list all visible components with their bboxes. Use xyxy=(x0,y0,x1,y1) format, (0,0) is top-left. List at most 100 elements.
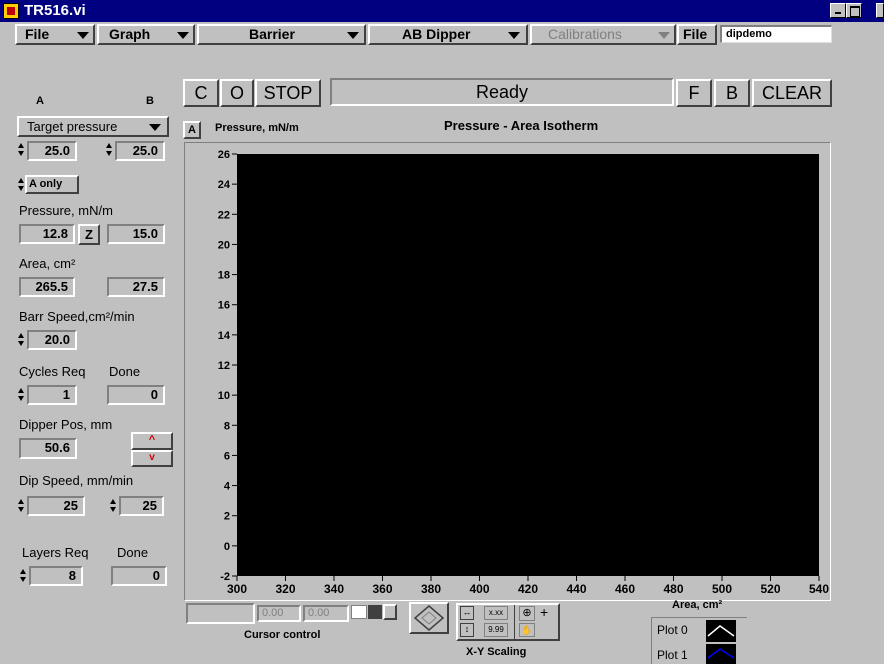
legend-plot-1-label: Plot 1 xyxy=(657,648,688,662)
x-tick-label: 440 xyxy=(566,582,586,596)
layers-req-spinner[interactable] xyxy=(20,567,26,584)
target-pressure-select[interactable]: Target pressure xyxy=(17,116,169,137)
x-tick-label: 360 xyxy=(372,582,392,596)
y-format-button[interactable]: 9.99 xyxy=(484,623,508,637)
dip-speed-b-field[interactable]: 25 xyxy=(119,496,164,516)
y-tick-label: 24 xyxy=(218,179,231,191)
graph-frame: 26 24 22 20 18 16 14 12 10 8 6 4 2 0 -2 300 320 340 360 380… xyxy=(184,142,831,601)
y-tick-label: 8 xyxy=(224,420,230,432)
dip-speed-label: Dip Speed, mm/min xyxy=(19,473,134,488)
clear-button[interactable]: CLEAR xyxy=(752,79,832,107)
x-tick-label: 420 xyxy=(518,582,538,596)
chevron-down-icon xyxy=(77,32,89,39)
cycles-req-spinner[interactable] xyxy=(18,386,24,403)
status-display: Ready xyxy=(330,78,674,106)
cycles-req-field[interactable]: 1 xyxy=(27,385,77,405)
cycles-done-label: Done xyxy=(109,364,141,379)
cursor-x-field[interactable]: 0.00 xyxy=(257,605,301,622)
xy-scaling-palette: ↔ x.xx ↕ 9.99 ⊕ + ✋ xyxy=(456,603,560,641)
y-tick-label: 6 xyxy=(224,450,230,462)
cursor-move-button[interactable] xyxy=(409,602,449,634)
dipper-pos-display: 50.6 xyxy=(19,438,77,459)
calibrations-menu[interactable]: Calibrations xyxy=(530,24,676,45)
cursor-name-field[interactable] xyxy=(186,603,255,624)
x-tick-label: 460 xyxy=(615,582,635,596)
pressure-label: Pressure, mN/m xyxy=(19,203,113,218)
target-a-field[interactable]: 25.0 xyxy=(27,141,77,161)
x-tick-label: 480 xyxy=(663,582,683,596)
chart-title: Pressure - Area Isotherm xyxy=(444,118,599,133)
file-menu[interactable]: File xyxy=(15,24,95,45)
x-tick-label: 300 xyxy=(227,582,247,596)
graph-menu-label: Graph xyxy=(109,26,151,42)
zero-button[interactable]: Z xyxy=(78,224,100,245)
y-tick-label: 16 xyxy=(218,300,230,312)
y-tick-label: 14 xyxy=(218,330,231,342)
mode-spinner[interactable] xyxy=(18,176,24,193)
x-tick-label: 340 xyxy=(324,582,344,596)
x-tick-label: 320 xyxy=(275,582,295,596)
y-tick-label: 2 xyxy=(224,511,230,523)
f-button[interactable]: F xyxy=(676,79,712,107)
layers-req-label: Layers Req xyxy=(22,545,89,560)
cursor-lock-icon[interactable] xyxy=(383,604,397,620)
mode-select[interactable]: A only xyxy=(25,175,79,194)
ab-dipper-menu[interactable]: AB Dipper xyxy=(368,24,528,45)
maximize-icon[interactable] xyxy=(846,3,862,18)
layers-done-label: Done xyxy=(117,545,149,560)
legend-plot-1-swatch[interactable] xyxy=(706,644,736,664)
x-tick-label: 500 xyxy=(712,582,732,596)
y-tick-label: 4 xyxy=(224,481,231,493)
dipper-up-button[interactable]: ^ xyxy=(131,432,173,450)
graph-menu[interactable]: Graph xyxy=(97,24,195,45)
legend-plot-0-swatch[interactable] xyxy=(706,620,736,642)
pan-hand-icon[interactable]: ✋ xyxy=(519,623,535,637)
close-icon[interactable] xyxy=(876,3,884,18)
minimize-icon[interactable] xyxy=(830,3,846,18)
y-axis-label: Pressure, mN/m xyxy=(215,122,299,134)
chevron-down-icon xyxy=(177,32,189,39)
y-tick-label: 12 xyxy=(218,360,230,372)
layers-req-field[interactable]: 8 xyxy=(29,566,83,586)
target-b-field[interactable]: 25.0 xyxy=(115,141,165,161)
y-tick-label: 18 xyxy=(218,270,230,282)
dip-speed-a-spinner[interactable] xyxy=(18,497,24,514)
zoom-icon[interactable]: ⊕ xyxy=(519,606,535,621)
dipper-down-button[interactable]: v xyxy=(131,450,173,467)
b-button[interactable]: B xyxy=(714,79,750,107)
file-button[interactable]: File xyxy=(677,24,717,45)
y-autoscale-icon[interactable]: ↕ xyxy=(460,623,474,637)
target-b-spinner[interactable] xyxy=(106,141,112,158)
dip-speed-a-field[interactable]: 25 xyxy=(27,496,85,516)
cycles-req-label: Cycles Req xyxy=(19,364,86,379)
cursor-color-icon[interactable] xyxy=(368,605,382,619)
file-button-label: File xyxy=(683,26,708,42)
dip-speed-b-spinner[interactable] xyxy=(110,497,116,514)
target-a-spinner[interactable] xyxy=(18,141,24,158)
chevron-down-icon xyxy=(658,32,670,39)
file-name-field[interactable]: dipdemo xyxy=(720,25,832,43)
xy-scaling-label: X-Y Scaling xyxy=(466,646,527,658)
x-format-button[interactable]: x.xx xyxy=(484,606,508,620)
crosshair-icon[interactable]: + xyxy=(540,605,548,620)
c-button[interactable]: C xyxy=(183,79,219,107)
x-tick-label: 540 xyxy=(809,582,829,596)
target-select-label: Target pressure xyxy=(27,119,118,134)
barrier-menu[interactable]: Barrier xyxy=(197,24,366,45)
cycles-done-display: 0 xyxy=(107,385,165,405)
barr-speed-spinner[interactable] xyxy=(18,331,24,348)
cursor-y-field[interactable]: 0.00 xyxy=(303,605,349,622)
isotherm-chart[interactable]: 26242220181614121086420-2300 320 340 360 380… xyxy=(185,143,830,600)
legend-plot-0-label: Plot 0 xyxy=(657,623,688,637)
caret-up-icon: ^ xyxy=(148,434,156,446)
graph-a-indicator[interactable]: A xyxy=(183,121,201,139)
chevron-down-icon xyxy=(149,124,161,131)
caret-down-icon: v xyxy=(149,452,155,463)
pressure-b-display: 15.0 xyxy=(107,224,165,244)
stop-button[interactable]: STOP xyxy=(255,79,321,107)
cursor-style-icon[interactable] xyxy=(351,605,367,619)
barr-speed-field[interactable]: 20.0 xyxy=(27,330,77,350)
x-autoscale-icon[interactable]: ↔ xyxy=(460,606,474,620)
y-tick-label: 22 xyxy=(218,209,230,221)
o-button[interactable]: O xyxy=(220,79,254,107)
